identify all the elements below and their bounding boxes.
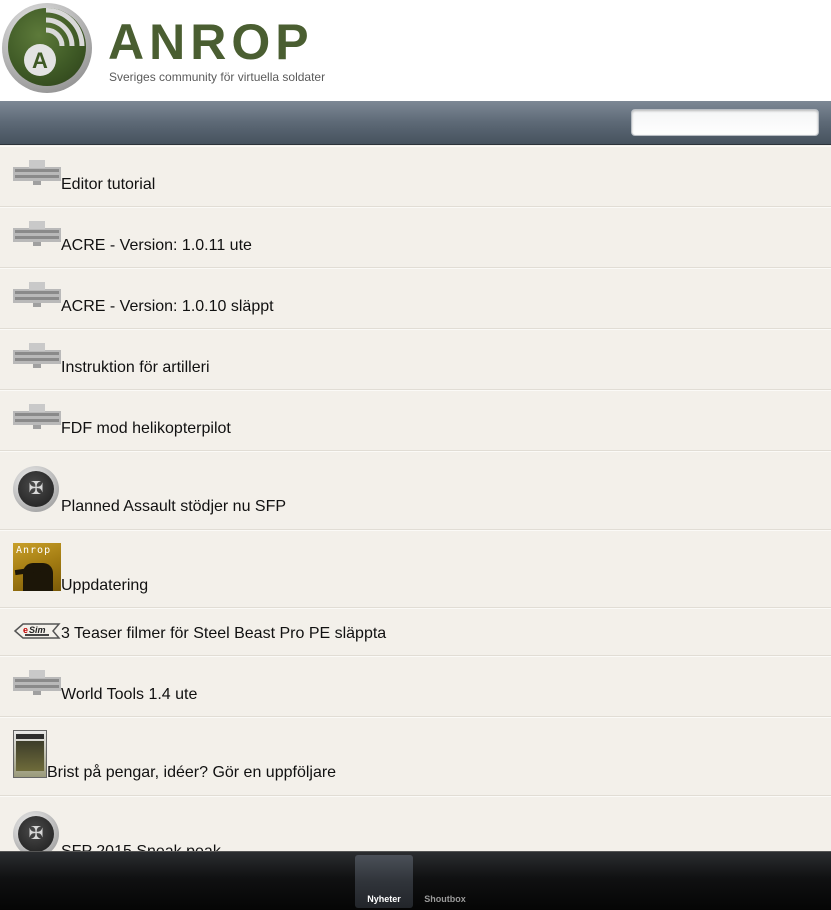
list-item[interactable]: Brist på pengar, idéer? Gör en uppföljar… [0, 717, 831, 796]
sfp-emblem-icon: ✠ [13, 811, 59, 851]
news-title: FDF mod helikopterpilot [61, 420, 231, 437]
svg-text:e: e [23, 625, 28, 635]
app-window: A ANROP Sveriges community för virtuella… [0, 0, 831, 910]
list-item[interactable]: Anrop Uppdatering [0, 530, 831, 608]
search-input[interactable] [631, 109, 819, 136]
arma-icon [13, 404, 61, 429]
sfp-emblem-icon: ✠ [13, 466, 59, 512]
toolbar [0, 101, 831, 145]
list-item[interactable]: ACRE - Version: 1.0.11 ute [0, 207, 831, 268]
esim-logo-icon: e Sim [13, 623, 61, 639]
news-list[interactable]: Editor tutorial ACRE - Version: 1.0.11 u… [0, 146, 831, 851]
news-title: Uppdatering [61, 577, 149, 594]
svg-text:Sim: Sim [29, 625, 46, 635]
brand-tagline: Sveriges community för virtuella soldate… [109, 70, 326, 84]
arma-icon [13, 282, 61, 307]
logo-inner: A [8, 8, 86, 86]
news-title: 3 Teaser filmer för Steel Beast Pro PE s… [61, 625, 387, 642]
news-title: Editor tutorial [61, 176, 156, 193]
brand-name: ANROP [108, 14, 314, 70]
news-title: Brist på pengar, idéer? Gör en uppföljar… [47, 764, 337, 781]
game-box-icon [13, 730, 47, 778]
news-title: ACRE - Version: 1.0.11 ute [61, 237, 252, 254]
header: A ANROP Sveriges community för virtuella… [0, 0, 831, 101]
logo-letter: A [32, 48, 48, 73]
thumb-label: Anrop [16, 545, 52, 556]
list-item[interactable]: e Sim 3 Teaser filmer för Steel Beast Pr… [0, 608, 831, 656]
list-item[interactable]: FDF mod helikopterpilot [0, 390, 831, 451]
list-item[interactable]: Instruktion för artilleri [0, 329, 831, 390]
news-title: Instruktion för artilleri [61, 359, 210, 376]
list-item[interactable]: ✠ Planned Assault stödjer nu SFP [0, 451, 831, 530]
news-title: Planned Assault stödjer nu SFP [61, 498, 287, 515]
tab-shoutbox[interactable]: Shoutbox [416, 855, 474, 908]
list-item[interactable]: ACRE - Version: 1.0.10 släppt [0, 268, 831, 329]
tab-label: Shoutbox [424, 894, 466, 904]
news-title: ACRE - Version: 1.0.10 släppt [61, 298, 274, 315]
list-item[interactable]: World Tools 1.4 ute [0, 656, 831, 717]
list-item[interactable]: Editor tutorial [0, 146, 831, 207]
anrop-thumb-icon: Anrop [13, 543, 61, 591]
tab-nyheter[interactable]: Nyheter [355, 855, 413, 908]
tab-bar: Nyheter Shoutbox [0, 851, 831, 910]
radio-waves-icon: A [24, 8, 85, 76]
arma-icon [13, 670, 61, 695]
arma-icon [13, 343, 61, 368]
arma-icon [13, 160, 61, 185]
arma-icon [13, 221, 61, 246]
list-item[interactable]: ✠ SFP 2015 Sneak peak [0, 796, 831, 851]
anrop-logo[interactable]: A [2, 3, 92, 93]
news-title: SFP 2015 Sneak peak [61, 843, 221, 851]
news-title: World Tools 1.4 ute [61, 686, 198, 703]
tab-label: Nyheter [367, 894, 401, 904]
